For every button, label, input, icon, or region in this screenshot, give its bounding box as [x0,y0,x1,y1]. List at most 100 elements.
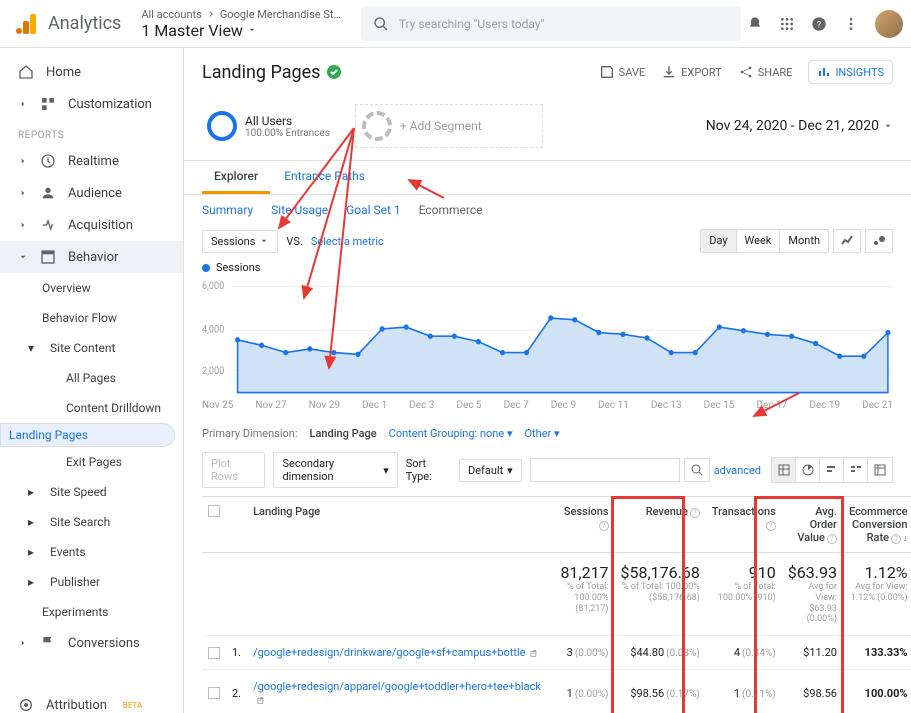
table-search-input[interactable] [530,458,680,482]
nav-behavior[interactable]: Behavior [0,241,183,273]
nav-exit-pages[interactable]: Exit Pages [0,447,183,477]
annotation-box-transactions [611,496,685,713]
landing-page-link[interactable]: /google+redesign/drinkware/google+sf+cam… [253,646,525,659]
bell-icon[interactable] [747,16,763,32]
nav-home[interactable]: Home [0,56,183,88]
sort-type[interactable]: Default ▾ [459,459,522,482]
insights-button[interactable]: INSIGHTS [808,60,893,84]
tab-entrance-paths[interactable]: Entrance Paths [272,161,377,194]
caret-right-icon [18,99,28,109]
chart-legend: Sessions [184,257,911,278]
svg-text:?: ? [817,19,822,30]
table-view-buttons [771,457,893,483]
segment-all-users[interactable]: All Users100.00% Entrances [202,106,335,146]
chart-type-line[interactable] [833,229,861,253]
pill-week[interactable]: Week [737,230,781,252]
nav-attribution[interactable]: AttributionBETA [0,689,183,713]
chart-type-motion[interactable] [865,229,893,253]
chart-x-axis: Nov 25Nov 27Nov 29Dec 1Dec 3Dec 5Dec 7De… [184,398,911,419]
view-pie[interactable] [796,458,820,482]
comparison-icon [850,464,862,476]
view-bar[interactable] [820,458,844,482]
svg-text:6,000: 6,000 [202,281,224,292]
pie-icon [802,464,814,476]
insights-icon [817,65,831,79]
pivot-icon [874,464,886,476]
search-input[interactable]: Try searching "Users today" [361,7,741,41]
external-link-icon[interactable] [530,648,540,658]
advanced-link[interactable]: advanced [714,464,761,477]
main: Landing Pages SAVE EXPORT SHARE INSIGHTS… [184,48,911,713]
nav-overview[interactable]: Overview [0,273,183,303]
date-range[interactable]: Nov 24, 2020 - Dec 21, 2020 [706,118,893,134]
nav-all-pages[interactable]: All Pages [0,363,183,393]
attribution-icon [18,697,34,713]
segment-add[interactable]: + Add Segment [355,104,543,148]
export-button[interactable]: EXPORT [661,64,722,80]
content-grouping[interactable]: Content Grouping: none ▾ [389,427,513,440]
view-pivot[interactable] [868,458,892,482]
subtab-summary[interactable]: Summary [202,203,253,217]
subtab-ecommerce[interactable]: Ecommerce [419,203,483,217]
annotation-box-ecr [754,496,844,713]
landing-page-link[interactable]: /google+redesign/apparel/google+toddler+… [253,680,541,693]
primary-dimension[interactable]: Landing Page [310,427,377,440]
subtab-goal-set[interactable]: Goal Set 1 [346,203,401,217]
flag-icon [40,635,56,651]
other-dimension[interactable]: Other ▾ [524,427,559,440]
nav-audience[interactable]: Audience [0,177,183,209]
nav-behavior-flow[interactable]: Behavior Flow [0,303,183,333]
breadcrumb[interactable]: All accountsGoogle Merchandise St… [141,8,340,21]
home-icon [18,64,34,80]
view-comparison[interactable] [844,458,868,482]
external-link-icon[interactable] [257,695,267,705]
secondary-dimension[interactable]: Secondary dimension ▾ [273,452,397,488]
search-icon [691,464,703,476]
table-search-button[interactable] [684,458,710,482]
select-metric[interactable]: Select a metric [311,235,384,248]
nav-content-drilldown[interactable]: Content Drilldown [0,393,183,423]
avatar[interactable] [875,10,903,38]
nav-site-speed[interactable]: ▸Site Speed [0,477,183,507]
pill-day[interactable]: Day [701,230,736,252]
share-button[interactable]: SHARE [738,64,793,80]
apps-icon[interactable] [779,16,795,32]
nav-events[interactable]: ▸Events [0,537,183,567]
pill-month[interactable]: Month [780,230,828,252]
more-icon[interactable] [843,16,859,32]
nav-acquisition[interactable]: Acquisition [0,209,183,241]
nav-site-search[interactable]: ▸Site Search [0,507,183,537]
metric-selector[interactable]: Sessions [202,230,278,253]
bar-icon [826,464,838,476]
row-checkbox[interactable] [208,647,220,659]
row-index: 1. [226,636,247,670]
nav-conversions[interactable]: Conversions [0,627,183,659]
nav-site-content[interactable]: ▾Site Content [0,333,183,363]
chart: 6,000 4,000 2,000 [184,278,911,398]
select-all-checkbox[interactable] [208,505,220,517]
nav-publisher[interactable]: ▸Publisher [0,567,183,597]
row-checkbox[interactable] [208,687,220,699]
nav-customization[interactable]: Customization [0,88,183,120]
view-table[interactable] [772,458,796,482]
table-icon [778,464,790,476]
nav-realtime[interactable]: Realtime [0,145,183,177]
svg-text:4,000: 4,000 [202,324,224,335]
svg-text:2,000: 2,000 [202,366,224,377]
save-button[interactable]: SAVE [599,64,646,80]
verified-icon [326,64,342,80]
line-chart-icon [840,234,854,248]
view-selector[interactable]: 1 Master View [141,21,340,40]
bubble-icon [872,234,886,248]
help-icon[interactable]: ? [811,16,827,32]
nav-landing-pages[interactable]: Landing Pages [0,423,175,447]
tab-explorer[interactable]: Explorer [202,161,270,194]
behavior-icon [40,249,56,265]
subtab-site-usage[interactable]: Site Usage [271,203,328,217]
nav-experiments[interactable]: Experiments [0,597,183,627]
clock-icon [40,153,56,169]
person-icon [40,185,56,201]
export-icon [661,64,677,80]
brand: Analytics [48,13,121,34]
share-icon [738,64,754,80]
